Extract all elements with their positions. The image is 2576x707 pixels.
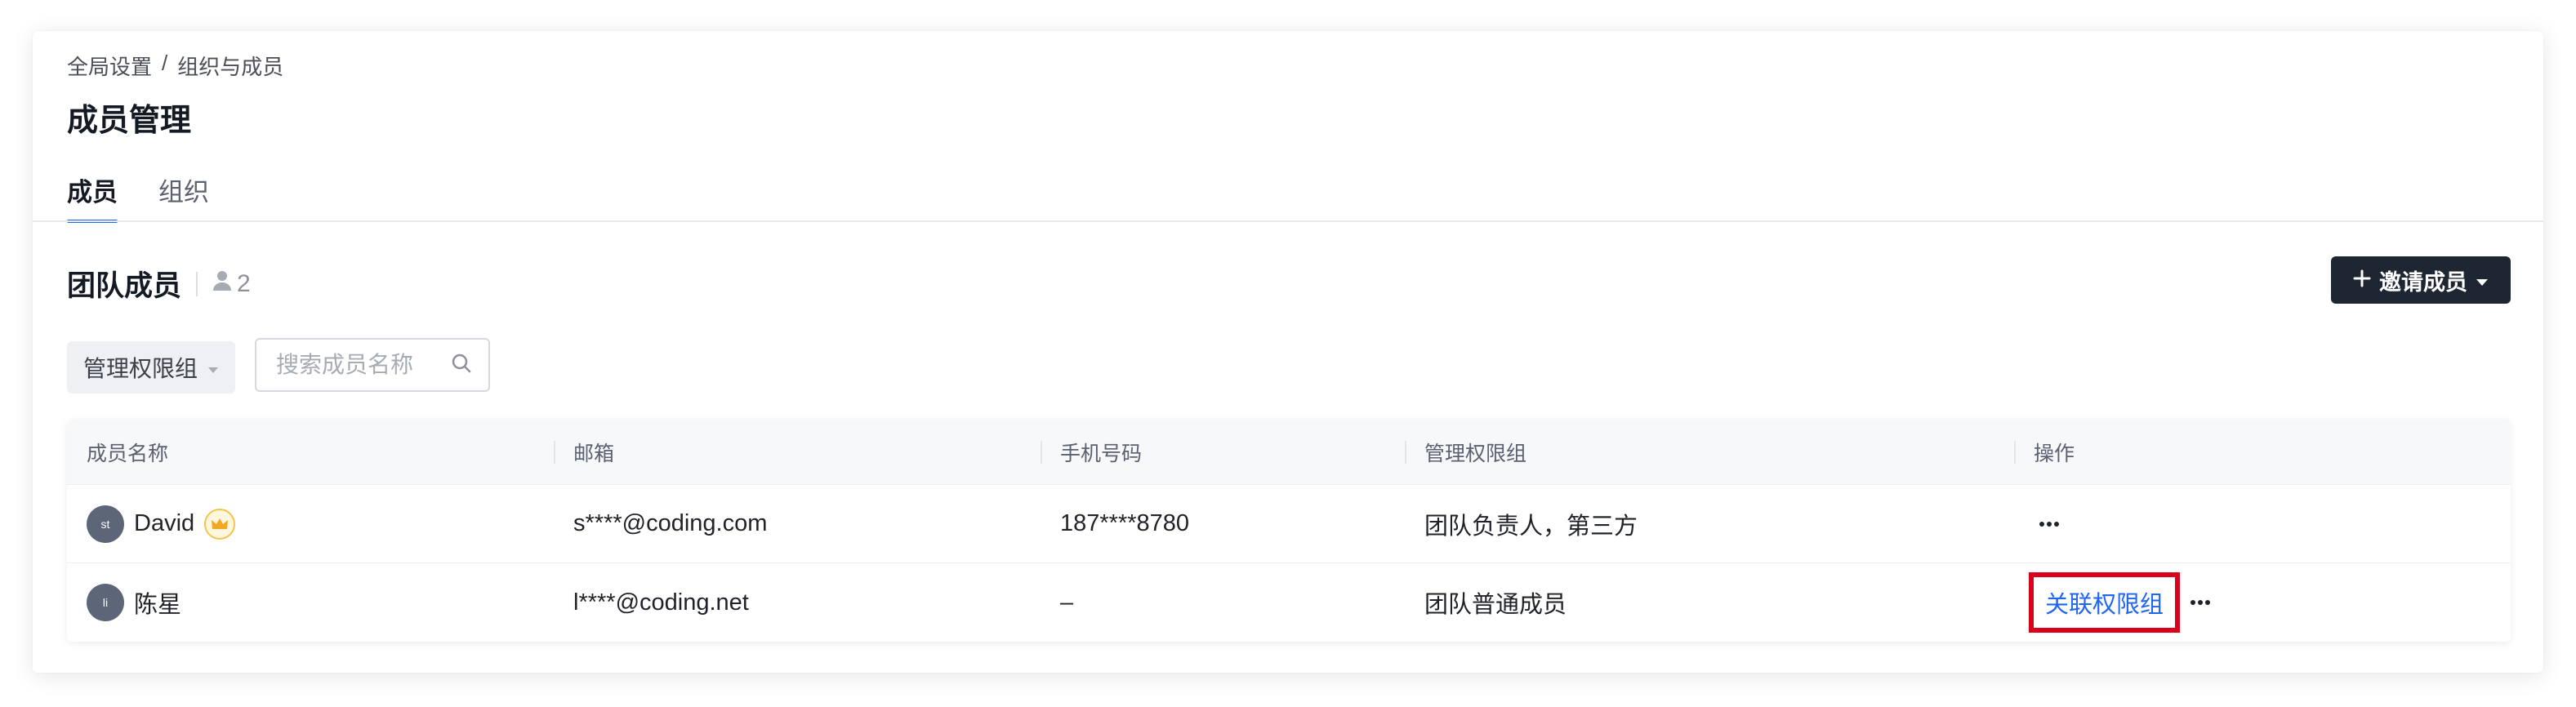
member-phone: – bbox=[1060, 589, 1074, 616]
invite-button-label: 邀请成员 bbox=[2379, 269, 2467, 295]
breadcrumb: 全局设置 / 组织与成员 bbox=[67, 51, 283, 81]
user-icon bbox=[212, 270, 232, 298]
plus-icon bbox=[2353, 268, 2371, 293]
link-permission-group-button[interactable]: 关联权限组 bbox=[2028, 572, 2181, 633]
member-name-cell: st David bbox=[67, 505, 554, 543]
member-name: 陈星 bbox=[134, 592, 182, 618]
column-header-phone: 手机号码 bbox=[1041, 420, 1405, 484]
header-divider bbox=[196, 271, 198, 296]
members-table: 成员名称 邮箱 手机号码 管理权限组 操作 st David s****@cod… bbox=[67, 420, 2511, 642]
table-row: li 陈星 l****@coding.net – 团队普通成员 关联权限组 bbox=[67, 563, 2511, 642]
column-header-actions: 操作 bbox=[2014, 420, 2511, 484]
tab-bar: 成员 组织 bbox=[67, 171, 209, 223]
member-count: 2 bbox=[212, 270, 251, 298]
section-header: 团队成员 2 bbox=[67, 263, 251, 305]
filter-label: 管理权限组 bbox=[83, 356, 198, 381]
column-header-email: 邮箱 bbox=[554, 420, 1041, 484]
member-email: l****@coding.net bbox=[573, 589, 749, 616]
table-header: 成员名称 邮箱 手机号码 管理权限组 操作 bbox=[67, 420, 2511, 485]
column-header-name: 成员名称 bbox=[87, 442, 169, 465]
breadcrumb-root[interactable]: 全局设置 bbox=[67, 51, 152, 81]
search-icon[interactable] bbox=[451, 353, 472, 378]
member-permission-groups: 团队负责人，第三方 bbox=[1424, 513, 1638, 540]
member-phone: 187****8780 bbox=[1060, 510, 1190, 536]
avatar: li bbox=[87, 584, 124, 621]
member-name: David bbox=[134, 510, 195, 536]
member-email: s****@coding.com bbox=[573, 510, 768, 536]
search-input[interactable] bbox=[276, 352, 439, 378]
invite-member-button[interactable]: 邀请成员 bbox=[2331, 256, 2511, 304]
avatar: st bbox=[87, 505, 124, 543]
member-count-value: 2 bbox=[237, 269, 251, 297]
page-title: 成员管理 bbox=[67, 104, 192, 138]
more-icon[interactable] bbox=[2185, 594, 2216, 611]
crown-icon bbox=[204, 508, 236, 540]
member-name-cell: li 陈星 bbox=[67, 584, 554, 621]
member-actions bbox=[2014, 516, 2511, 532]
table-row: st David s****@coding.com 187****8780 团队… bbox=[67, 485, 2511, 563]
member-permission-groups: 团队普通成员 bbox=[1424, 592, 1567, 618]
tab-organization[interactable]: 组织 bbox=[158, 171, 209, 223]
breadcrumb-current: 组织与成员 bbox=[177, 55, 284, 79]
breadcrumb-separator: / bbox=[162, 51, 168, 75]
tab-divider bbox=[33, 220, 2543, 222]
member-search bbox=[255, 338, 490, 392]
caret-down-icon bbox=[2476, 268, 2489, 293]
permission-group-filter[interactable]: 管理权限组 bbox=[67, 341, 235, 394]
column-header-permission-group: 管理权限组 bbox=[1405, 420, 2014, 484]
more-icon[interactable] bbox=[2034, 516, 2065, 532]
member-management-panel: 全局设置 / 组织与成员 成员管理 成员 组织 团队成员 2 邀请成员 管理权限… bbox=[33, 31, 2543, 673]
section-title: 团队成员 bbox=[67, 270, 182, 302]
tab-members[interactable]: 成员 bbox=[67, 171, 118, 223]
caret-down-icon bbox=[207, 354, 219, 380]
member-actions: 关联权限组 bbox=[2014, 572, 2511, 633]
